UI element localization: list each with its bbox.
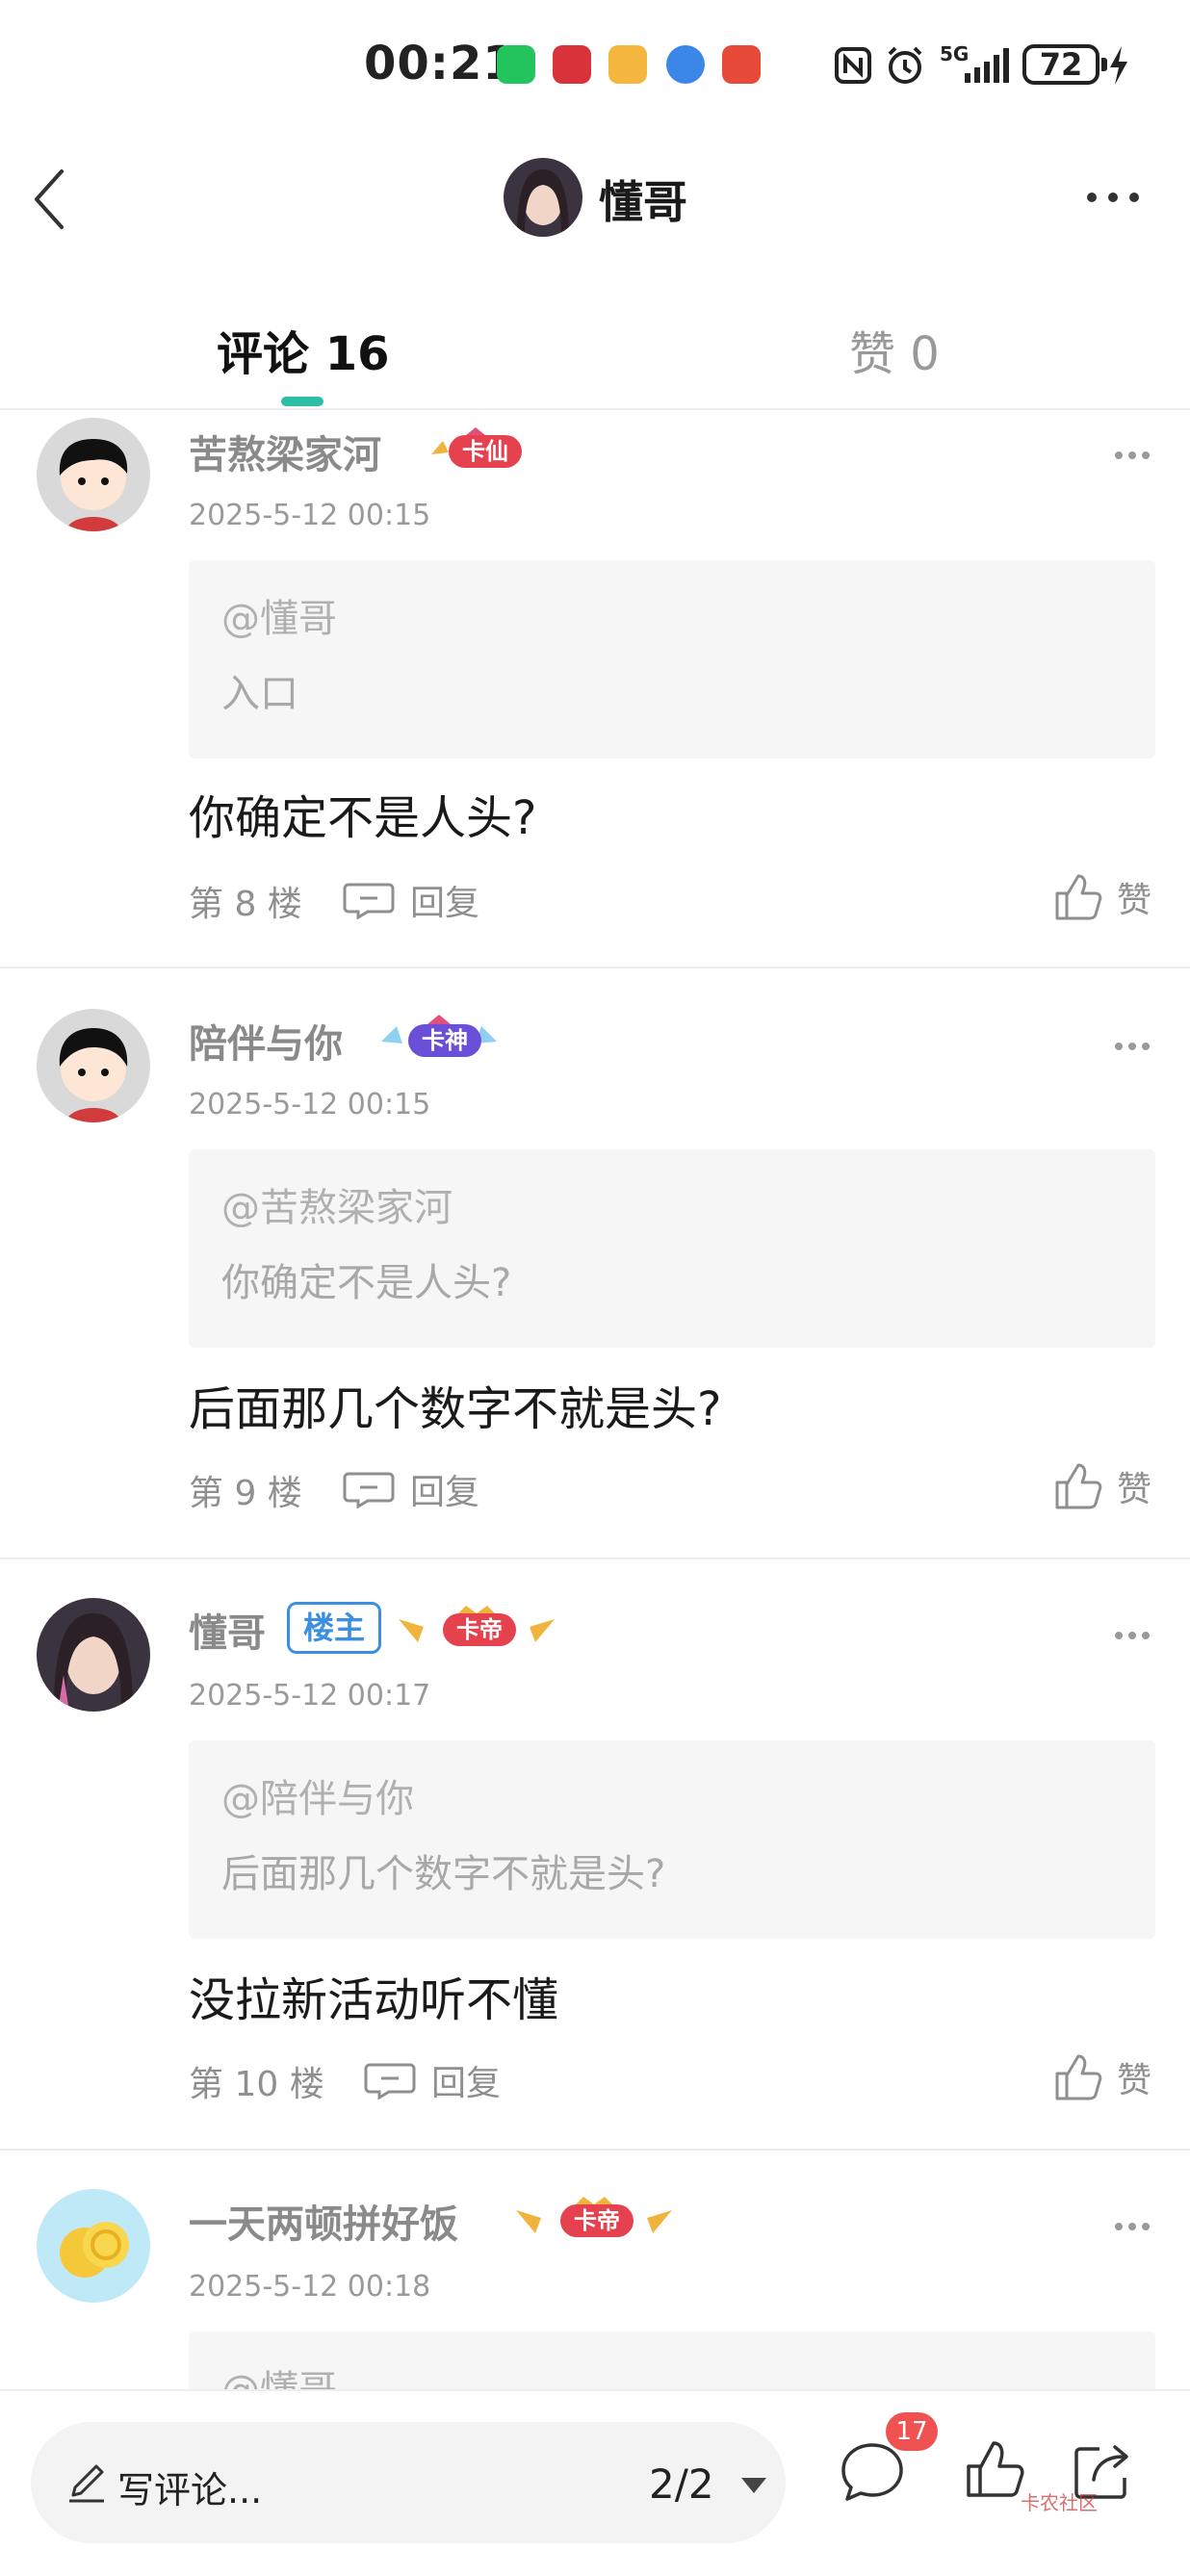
like-label: 赞 <box>1117 1470 1152 1509</box>
comment-timestamp: 2025-5-12 00:18 <box>189 2270 431 2304</box>
rank-badge: 卡仙 <box>427 425 524 477</box>
reply-icon <box>364 2063 416 2099</box>
floor-number: 第 9 楼 <box>189 1474 302 1513</box>
comment-item: 一天两顿拼好饭 卡帝 2025-5-12 00:18 @懂哥 <box>0 2152 1190 2389</box>
rank-badge: 卡神 <box>379 1015 499 1067</box>
comment-author[interactable]: 一天两顿拼好饭 <box>189 2193 458 2249</box>
quoted-author: @懂哥 <box>221 2358 337 2389</box>
floor-number: 第 8 楼 <box>189 885 302 924</box>
quoted-reply[interactable]: @陪伴与你 后面那几个数字不就是头? <box>189 1740 1155 1939</box>
rank-label: 卡仙 <box>449 435 522 468</box>
floor-number: 第 10 楼 <box>189 2065 324 2104</box>
avatar[interactable] <box>37 1009 150 1122</box>
comment-timestamp: 2025-5-12 00:17 <box>189 1679 431 1713</box>
quoted-text: 你确定不是人头? <box>221 1261 512 1305</box>
pen-icon <box>69 2464 104 2503</box>
rank-label: 卡帝 <box>443 1613 516 1646</box>
like-button[interactable]: 赞 <box>1053 1459 1151 1513</box>
header: 懂哥 <box>0 144 1190 250</box>
quoted-reply[interactable]: @懂哥 入口 <box>189 560 1155 759</box>
signal-icon <box>965 48 1009 83</box>
battery-indicator: 72 <box>1022 44 1107 85</box>
comment-text: 后面那几个数字不就是头? <box>189 1382 722 1436</box>
page-indicator[interactable]: 2/2 <box>649 2460 714 2508</box>
app-icon <box>722 45 761 84</box>
comment-author[interactable]: 陪伴与你 <box>189 1013 343 1069</box>
status-bar: 00:21 5G 72 <box>0 0 1190 135</box>
quoted-author: @陪伴与你 <box>221 1777 414 1821</box>
comment-text: 没拉新活动听不懂 <box>189 1973 559 2027</box>
caret-down-icon[interactable] <box>739 2476 768 2495</box>
rank-badge: 卡帝 <box>514 2195 674 2247</box>
more-options-icon[interactable] <box>1113 449 1151 462</box>
comment-icon[interactable] <box>840 2439 905 2505</box>
avatar[interactable] <box>37 2189 150 2303</box>
browser-icon <box>666 45 705 84</box>
bottom-bar: 写评论... 2/2 17 卡农社区 <box>0 2389 1190 2576</box>
reply-button[interactable]: 回复 <box>343 876 479 924</box>
like-label: 赞 <box>1117 881 1152 920</box>
weibo-icon <box>608 45 647 84</box>
comment-input[interactable]: 写评论... 2/2 <box>31 2422 786 2543</box>
quoted-reply[interactable]: @苦熬梁家河 你确定不是人头? <box>189 1149 1155 1348</box>
avatar[interactable] <box>37 418 150 531</box>
thumbs-up-icon <box>1055 874 1102 920</box>
reply-button[interactable]: 回复 <box>343 1465 479 1513</box>
tab-bar: 评论 16 赞 0 <box>0 289 1190 410</box>
quoted-author: @苦熬梁家河 <box>221 1186 453 1230</box>
avatar[interactable] <box>37 1598 150 1712</box>
app-icon <box>553 45 591 84</box>
comment-author[interactable]: 苦熬梁家河 <box>189 424 381 479</box>
more-options-icon[interactable] <box>1113 1629 1151 1642</box>
header-avatar[interactable] <box>504 158 582 237</box>
comment-text: 你确定不是人头? <box>189 791 537 845</box>
comment-placeholder: 写评论... <box>117 2469 263 2512</box>
tab-comments[interactable]: 评论 16 <box>217 316 390 383</box>
reply-label: 回复 <box>410 884 480 923</box>
like-label: 赞 <box>1117 2061 1152 2100</box>
comment-item: 懂哥 楼主 卡帝 2025-5-12 00:17 @陪伴与你 后面那几个数字不就… <box>0 1561 1190 2151</box>
rank-label: 卡神 <box>408 1024 481 1057</box>
more-options-icon[interactable] <box>1084 183 1142 212</box>
notification-badge: 17 <box>886 2412 938 2451</box>
more-options-icon[interactable] <box>1113 2220 1151 2233</box>
back-icon[interactable] <box>27 166 75 233</box>
rank-label: 卡帝 <box>560 2204 634 2237</box>
comment-author[interactable]: 懂哥 <box>189 1602 266 1658</box>
quoted-author: @懂哥 <box>221 597 337 641</box>
reply-icon <box>343 1472 395 1508</box>
alarm-icon <box>888 46 922 84</box>
wechat-icon <box>497 45 535 84</box>
reply-button[interactable]: 回复 <box>364 2056 501 2104</box>
like-button[interactable]: 赞 <box>1053 870 1151 924</box>
comment-timestamp: 2025-5-12 00:15 <box>189 499 431 532</box>
quoted-text: 后面那几个数字不就是头? <box>221 1852 666 1896</box>
status-time: 00:21 <box>364 37 516 90</box>
quoted-text: 入口 <box>221 672 298 716</box>
thumbs-up-icon <box>1055 1463 1102 1509</box>
reply-icon <box>343 883 395 919</box>
page-title: 懂哥 <box>599 176 687 228</box>
more-options-icon[interactable] <box>1113 1040 1151 1053</box>
comment-item: 苦熬梁家河 卡仙 2025-5-12 00:15 @懂哥 入口 你确定不是人头?… <box>0 412 1190 968</box>
like-button[interactable]: 赞 <box>1053 2050 1151 2104</box>
thumbs-up-icon[interactable] <box>965 2439 1026 2501</box>
watermark: 卡农社区 <box>1021 2491 1098 2514</box>
tab-active-indicator <box>281 397 323 406</box>
reply-label: 回复 <box>431 2064 502 2103</box>
reply-label: 回复 <box>410 1473 480 1512</box>
charging-icon <box>1110 46 1127 85</box>
owner-badge: 楼主 <box>287 1602 382 1654</box>
comment-timestamp: 2025-5-12 00:15 <box>189 1088 431 1121</box>
rank-badge: 卡帝 <box>397 1604 556 1656</box>
nfc-icon <box>835 47 871 84</box>
tab-likes[interactable]: 赞 0 <box>849 316 940 383</box>
comment-item: 陪伴与你 卡神 2025-5-12 00:15 @苦熬梁家河 你确定不是人头? … <box>0 970 1190 1559</box>
thumbs-up-icon <box>1055 2054 1102 2100</box>
quoted-reply[interactable]: @懂哥 <box>189 2331 1155 2389</box>
